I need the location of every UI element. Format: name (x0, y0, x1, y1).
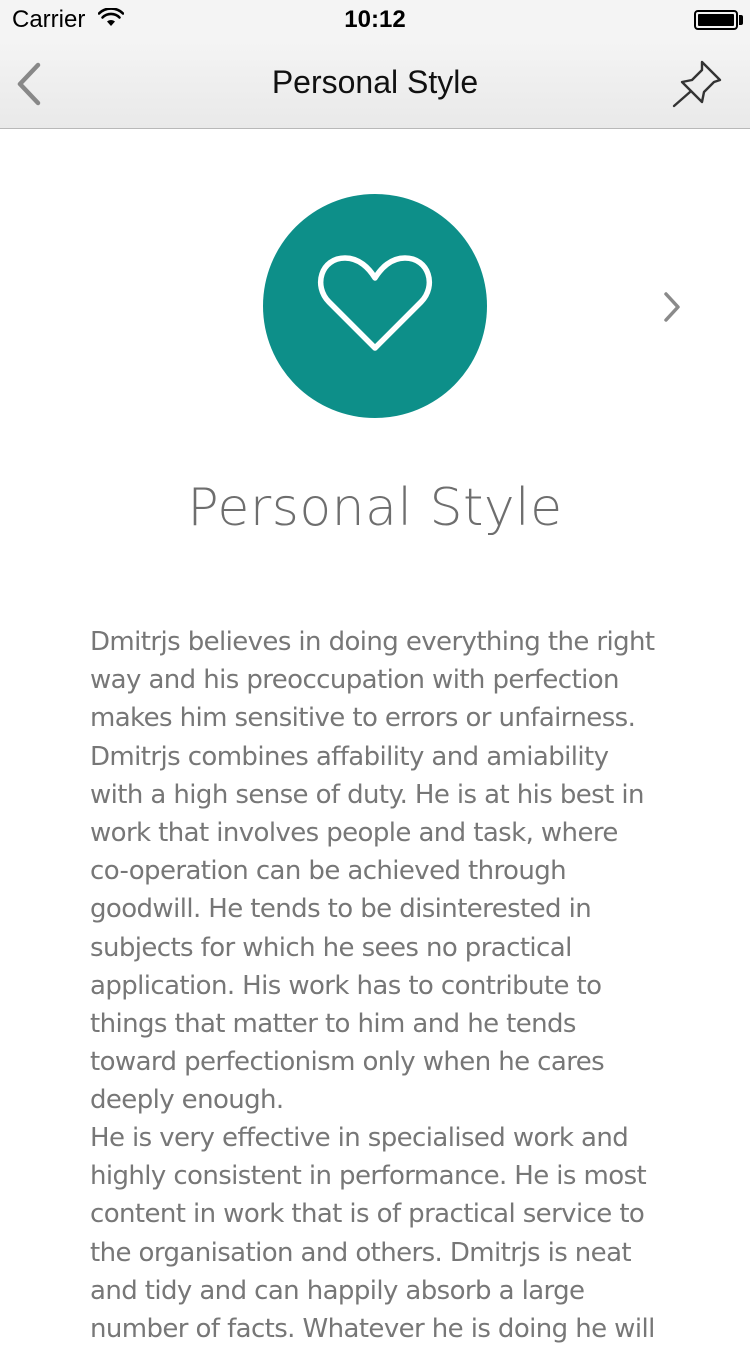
description-paragraph: Dmitrjs believes in doing everything the… (90, 627, 655, 1116)
clock: 10:12 (344, 6, 406, 33)
description-paragraph: He is very effective in specialised work… (90, 1123, 655, 1345)
category-icon-circle (263, 194, 487, 418)
battery-icon (694, 10, 738, 30)
battery-tip (739, 15, 743, 25)
heart-icon (317, 255, 433, 351)
pin-button[interactable] (668, 58, 724, 110)
navigation-bar: Personal Style (0, 40, 750, 129)
pin-icon (672, 60, 722, 108)
status-bar: Carrier 10:12 (0, 0, 750, 40)
chevron-right-icon (664, 292, 680, 322)
nav-title: Personal Style (271, 64, 479, 100)
section-title: Personal Style (187, 478, 563, 538)
next-button[interactable] (650, 286, 692, 328)
